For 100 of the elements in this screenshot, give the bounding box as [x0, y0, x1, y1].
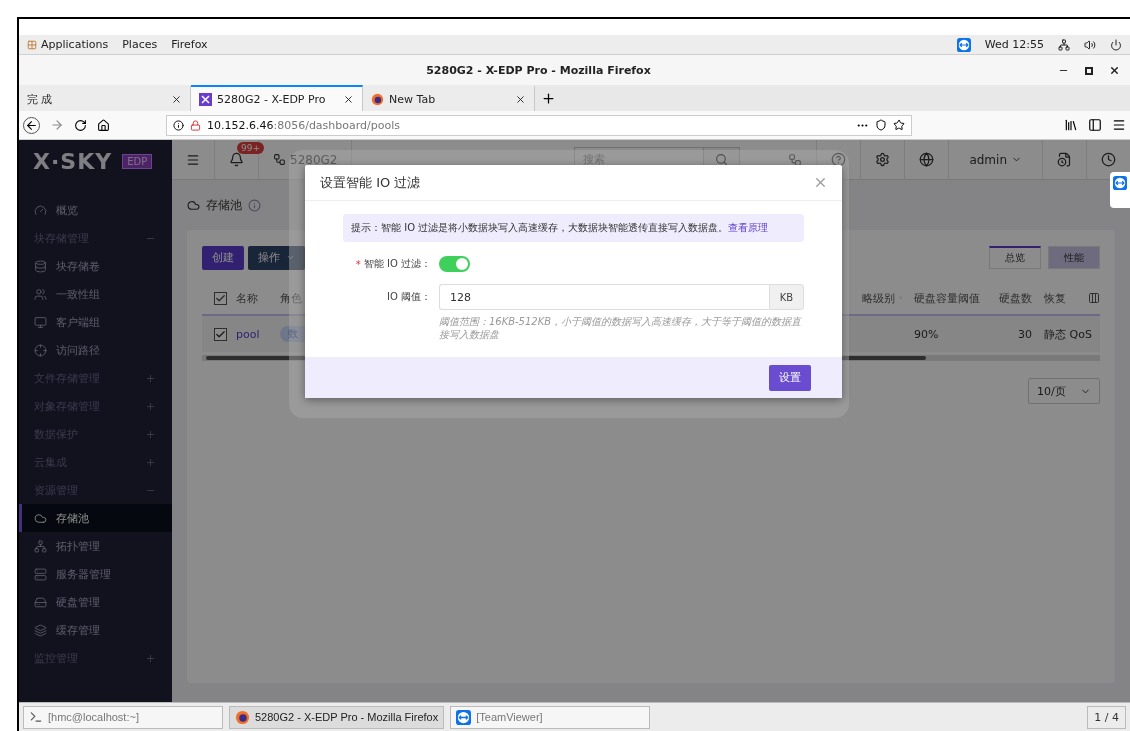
url-field[interactable]: 10.152.6.46:8056/dashboard/pools: [166, 114, 912, 136]
cloud-icon: [187, 198, 200, 212]
threshold-field[interactable]: 128: [439, 284, 769, 310]
close-icon[interactable]: [1109, 64, 1120, 76]
edition-badge: EDP: [122, 153, 153, 169]
submit-button[interactable]: 设置: [769, 364, 811, 391]
page-title: 存储池: [206, 196, 242, 214]
columns-icon[interactable]: [1088, 292, 1100, 304]
sidebar-item[interactable]: 缓存管理: [19, 616, 172, 644]
server-icon: [34, 567, 47, 581]
link[interactable]: 查看原理: [728, 222, 769, 233]
sidebar-item[interactable]: 客户端组: [19, 308, 172, 336]
field-label: IO 阈值：: [386, 290, 431, 304]
terminal-icon: [29, 710, 43, 724]
app-icon: [199, 92, 212, 106]
help-text: 阈值范围：16KB-512KB，小于阈值的数据写入高速缓存，大于等于阈值的数据直接写入数据盘: [439, 315, 803, 341]
star-icon[interactable]: [893, 119, 905, 131]
view-tab[interactable]: 性能: [1048, 246, 1100, 269]
close-icon[interactable]: [515, 93, 526, 105]
workspace-switcher[interactable]: 1 / 4: [1087, 705, 1126, 729]
cluster-icon: [273, 153, 286, 166]
view-tab[interactable]: 总览: [989, 246, 1041, 269]
taskbar-item[interactable]: 5280G2 - X-EDP Pro - Mozilla Firefox: [229, 705, 445, 729]
teamviewer-tab[interactable]: [1110, 172, 1130, 208]
taskbar-item[interactable]: [hmc@localhost:~]: [23, 705, 223, 729]
taskbar-label: 5280G2 - X-EDP Pro - Mozilla Firefox: [255, 711, 439, 723]
notification-count: 99+: [237, 142, 264, 154]
browser-tab[interactable]: 完 成: [19, 85, 191, 111]
database-icon: [34, 259, 47, 273]
column-header: 硬盘容量阈值: [914, 290, 980, 306]
layers-icon: [34, 623, 47, 637]
sidebar-item[interactable]: 服务器管理: [19, 560, 172, 588]
shield-icon[interactable]: [875, 119, 887, 131]
page-size-select[interactable]: 10/页: [1028, 378, 1100, 404]
table-cell: 静态 QoS: [1044, 326, 1092, 342]
info-icon: [173, 119, 184, 131]
bell-icon[interactable]: [229, 152, 244, 167]
crosshair-icon: [34, 343, 47, 357]
table-cell: 30: [1018, 327, 1032, 341]
column-header: 略级别: [862, 290, 895, 306]
checkbox[interactable]: [214, 327, 227, 341]
plus-icon: [145, 372, 156, 384]
power-icon: [1110, 38, 1122, 51]
reload-icon[interactable]: [74, 118, 87, 132]
library-icon[interactable]: [1064, 118, 1078, 132]
field-label: 智能 IO 过滤：: [363, 257, 431, 271]
sidebar-icon[interactable]: [1088, 118, 1102, 132]
dropdown-button[interactable]: 操作: [248, 245, 305, 270]
sidebar-item[interactable]: 存储池: [19, 504, 172, 532]
file-clock-icon[interactable]: [1057, 152, 1072, 167]
help-icon[interactable]: [831, 152, 847, 167]
firefox-icon: [371, 92, 384, 106]
unit-label: KB: [769, 284, 804, 310]
user-menu[interactable]: admin: [949, 140, 1043, 179]
menu-item[interactable]: Places: [122, 38, 158, 51]
taskbar-item[interactable]: [TeamViewer]: [450, 705, 651, 729]
browser-tab[interactable]: New Tab: [363, 85, 535, 111]
taskbar-label: [hmc@localhost:~]: [48, 711, 139, 723]
close-icon[interactable]: [171, 93, 182, 105]
lock-icon: [190, 119, 201, 131]
column-header: 硬盘数: [999, 290, 1032, 306]
firefox-icon: [235, 709, 250, 725]
browser-tab[interactable]: 5280G2 - X-EDP Pro: [191, 85, 363, 111]
caret-icon: [286, 253, 295, 262]
toggle-switch[interactable]: [439, 256, 470, 272]
globe-icon[interactable]: [919, 152, 935, 167]
flow-icon[interactable]: [788, 152, 803, 167]
create-button[interactable]: 创建: [202, 245, 244, 270]
cloud-icon: [34, 511, 47, 525]
sidebar-item[interactable]: 拓扑管理: [19, 532, 172, 560]
taskbar-label: [TeamViewer]: [476, 711, 543, 723]
maximize-icon[interactable]: [1085, 66, 1093, 75]
settings-icon[interactable]: [875, 152, 891, 167]
sidebar-item[interactable]: 概览: [19, 196, 172, 224]
sidebar-item[interactable]: 块存储卷: [19, 252, 172, 280]
menu-item[interactable]: Firefox: [171, 38, 208, 51]
plus-icon: [145, 456, 156, 468]
gauge-icon: [34, 203, 47, 217]
sidebar-item[interactable]: 访问路径: [19, 336, 172, 364]
table-cell[interactable]: pool: [236, 327, 260, 341]
sidebar-item[interactable]: 硬盘管理: [19, 588, 172, 616]
table-cell: 90%: [914, 327, 939, 341]
forward-icon[interactable]: [50, 118, 64, 132]
teamviewer-icon: [1113, 176, 1127, 190]
volume-icon: [1084, 38, 1096, 51]
teamviewer-icon: [456, 709, 472, 725]
hint-text: 提示：智能 IO 过滤是将小数据块写入高速缓存，大数据块智能透传直接写入数据盘。查看原理: [343, 214, 804, 242]
home-icon[interactable]: [97, 118, 110, 132]
plus-icon: [145, 428, 156, 440]
close-icon[interactable]: [343, 93, 354, 105]
menu-item[interactable]: Applications: [27, 38, 109, 51]
new-tab-icon[interactable]: [541, 90, 556, 106]
hard-drive-icon: [34, 595, 47, 609]
clock-icon[interactable]: [1101, 152, 1116, 167]
logo: X·SKY: [33, 148, 113, 174]
monitor-icon: [34, 315, 47, 329]
required-mark: *: [355, 258, 361, 270]
hierarchy-icon: [34, 539, 47, 553]
checkbox[interactable]: [214, 291, 227, 305]
menu-icon[interactable]: [1112, 118, 1126, 132]
